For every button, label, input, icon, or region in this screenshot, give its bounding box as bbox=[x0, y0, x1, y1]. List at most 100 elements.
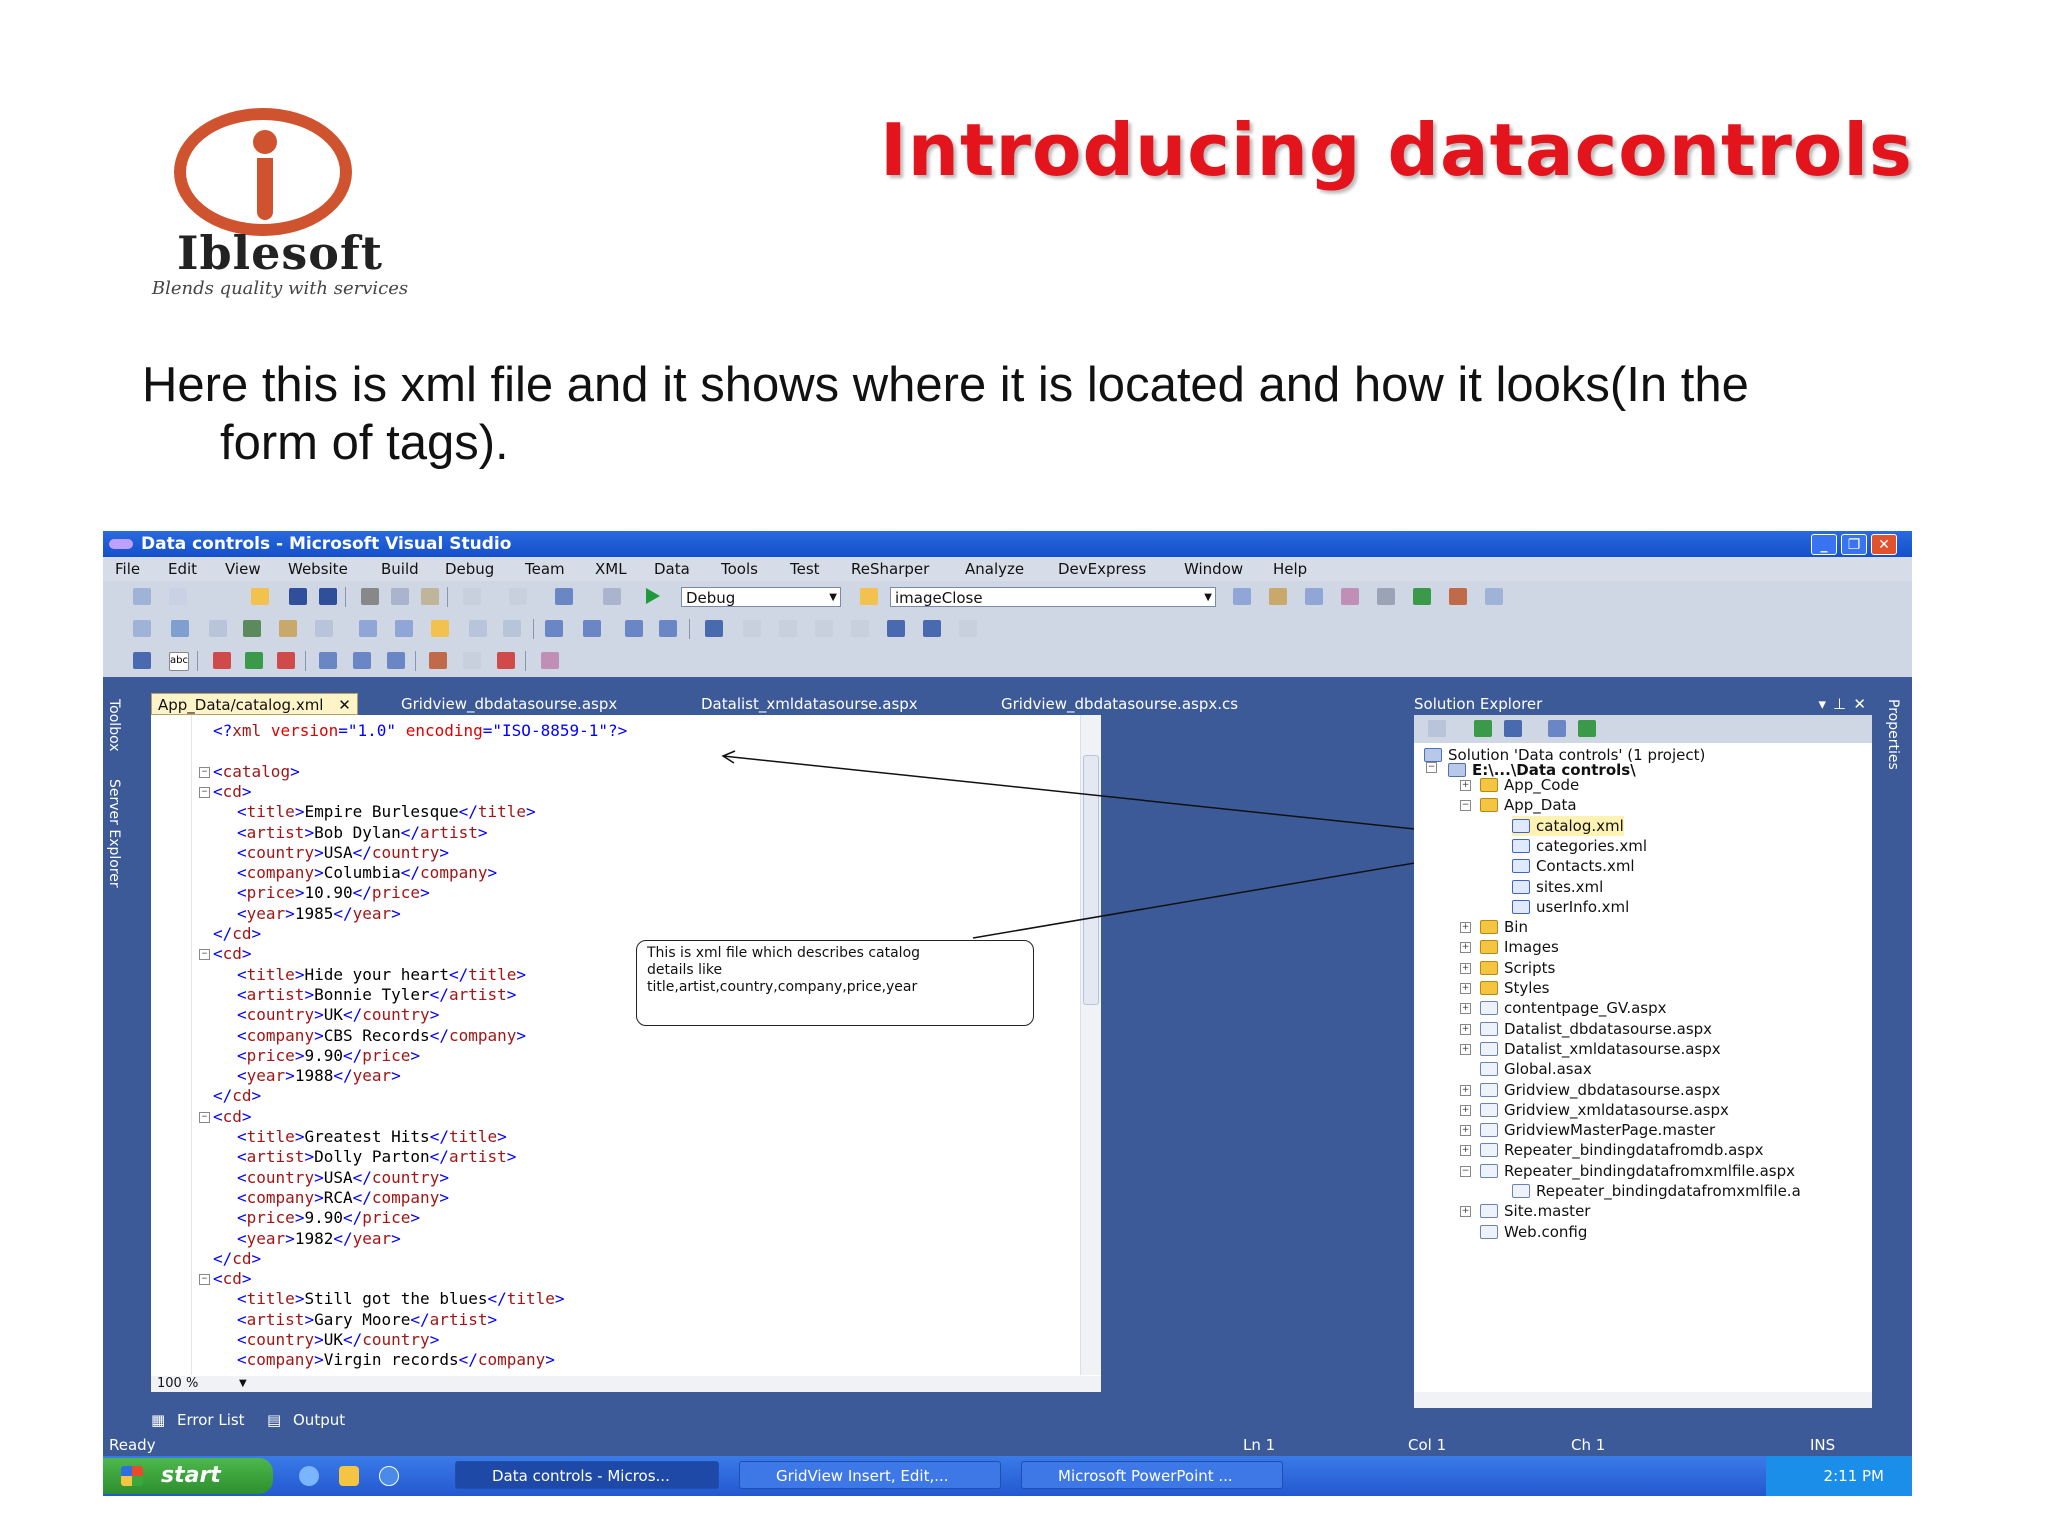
tab-error-list[interactable]: Error List bbox=[177, 1409, 245, 1431]
collapse-icon[interactable]: − bbox=[199, 766, 210, 778]
tab-catalog-xml[interactable]: App_Data/catalog.xml ✕ bbox=[151, 693, 358, 715]
comment-icon[interactable] bbox=[625, 620, 643, 637]
tree-item-images[interactable]: Images bbox=[1480, 937, 1559, 957]
chevron-down-icon[interactable]: ▼ bbox=[239, 1376, 247, 1392]
minimize-button[interactable]: _ bbox=[1811, 534, 1837, 555]
toolbar-icon[interactable] bbox=[243, 620, 261, 637]
menu-data[interactable]: Data bbox=[654, 557, 690, 581]
menu-xml[interactable]: XML bbox=[595, 557, 627, 581]
class-view-icon[interactable] bbox=[1449, 588, 1467, 605]
tree-item-userinfo-xml[interactable]: userInfo.xml bbox=[1512, 897, 1629, 917]
toolbar-icon[interactable] bbox=[209, 620, 227, 637]
collapse-icon[interactable]: − bbox=[199, 949, 210, 961]
tree-item-site-master[interactable]: Site.master bbox=[1480, 1201, 1590, 1221]
tree-item-gridviewmasterpage-master[interactable]: GridviewMasterPage.master bbox=[1480, 1120, 1715, 1140]
taskbar-item-firefox[interactable]: GridView Insert, Edit,... bbox=[739, 1461, 1001, 1489]
toolbar-icon[interactable] bbox=[319, 652, 337, 669]
solution-configuration-select[interactable]: Debug ▼ bbox=[681, 587, 841, 607]
toolbar-icon[interactable] bbox=[541, 652, 559, 669]
menu-window[interactable]: Window bbox=[1184, 557, 1243, 581]
collapse-icon[interactable]: − bbox=[199, 1111, 210, 1123]
toolbar-icon[interactable] bbox=[171, 620, 189, 637]
undo-icon[interactable] bbox=[463, 588, 481, 605]
properties-icon[interactable] bbox=[1428, 720, 1446, 737]
expand-icon[interactable]: + bbox=[1460, 1145, 1471, 1157]
toolbar-icon[interactable] bbox=[463, 652, 481, 669]
spell-check-icon[interactable]: abc bbox=[169, 652, 189, 671]
expand-icon[interactable]: + bbox=[1460, 1003, 1471, 1015]
close-icon[interactable]: ✕ bbox=[338, 696, 351, 714]
scrollbar-thumb[interactable] bbox=[1083, 755, 1099, 1005]
menu-debug[interactable]: Debug bbox=[445, 557, 494, 581]
pin-icon[interactable]: ⊥ bbox=[1833, 693, 1846, 715]
collapse-icon[interactable]: − bbox=[199, 786, 210, 798]
redo-icon[interactable] bbox=[509, 588, 527, 605]
tab-output[interactable]: Output bbox=[293, 1409, 345, 1431]
tree-item-datalist-dbdatasourse-aspx[interactable]: Datalist_dbdatasourse.aspx bbox=[1480, 1019, 1712, 1039]
tree-item-catalog-xml[interactable]: catalog.xml bbox=[1512, 815, 1624, 836]
menu-help[interactable]: Help bbox=[1273, 557, 1307, 581]
toolbar-icon[interactable] bbox=[851, 620, 869, 637]
indent-icon[interactable] bbox=[583, 620, 601, 637]
tree-item-global-asax[interactable]: Global.asax bbox=[1480, 1059, 1592, 1079]
find-icon[interactable] bbox=[1233, 588, 1251, 605]
menu-tools[interactable]: Tools bbox=[721, 557, 758, 581]
tree-item-styles[interactable]: Styles bbox=[1480, 978, 1550, 998]
restore-button[interactable]: ❐ bbox=[1841, 534, 1867, 555]
navigate-backward-icon[interactable] bbox=[555, 588, 573, 605]
refresh-icon[interactable] bbox=[1474, 720, 1492, 737]
toolbar-icon[interactable] bbox=[815, 620, 833, 637]
internet-explorer-icon[interactable] bbox=[299, 1466, 319, 1486]
tree-item-repeater-bindingdatafromdb-aspx[interactable]: Repeater_bindingdatafromdb.aspx bbox=[1480, 1140, 1764, 1160]
toolbar-icon[interactable] bbox=[469, 620, 487, 637]
tree-item-categories-xml[interactable]: categories.xml bbox=[1512, 836, 1647, 856]
properties-window-icon[interactable] bbox=[1305, 588, 1323, 605]
expand-icon[interactable]: + bbox=[1460, 1104, 1471, 1116]
tree-item-scripts[interactable]: Scripts bbox=[1480, 958, 1555, 978]
toolbar-icon[interactable] bbox=[429, 652, 447, 669]
expand-icon[interactable]: + bbox=[1460, 780, 1471, 791]
toolbar-icon[interactable] bbox=[133, 652, 151, 669]
expand-icon[interactable]: + bbox=[1460, 983, 1471, 994]
bookmark-icon[interactable] bbox=[705, 620, 723, 637]
collapse-icon[interactable]: − bbox=[1460, 800, 1471, 812]
bookmark-next-icon[interactable] bbox=[779, 620, 797, 637]
tree-item-app-data[interactable]: App_Data bbox=[1480, 795, 1577, 815]
toolbar-icon[interactable] bbox=[315, 620, 333, 637]
save-icon[interactable] bbox=[289, 588, 307, 605]
solution-explorer-icon[interactable] bbox=[1269, 588, 1287, 605]
toolbar-icon[interactable] bbox=[395, 620, 413, 637]
zoom-level[interactable]: 100 % bbox=[157, 1376, 198, 1392]
open-file-icon[interactable] bbox=[251, 588, 269, 605]
tree-item-app-code[interactable]: App_Code bbox=[1480, 775, 1579, 795]
start-page-icon[interactable] bbox=[1413, 588, 1431, 605]
cut-icon[interactable] bbox=[361, 588, 379, 605]
menu-resharper[interactable]: ReSharper bbox=[851, 557, 929, 581]
view-designer-icon[interactable] bbox=[1548, 720, 1566, 737]
new-project-icon[interactable] bbox=[133, 588, 151, 605]
object-browser-icon[interactable] bbox=[1341, 588, 1359, 605]
find-combo-box[interactable]: imageClose ▼ bbox=[890, 587, 1216, 607]
toolbar-icon[interactable] bbox=[359, 620, 377, 637]
tree-item-contacts-xml[interactable]: Contacts.xml bbox=[1512, 856, 1635, 876]
uncomment-icon[interactable] bbox=[659, 620, 677, 637]
toolbar-icon[interactable] bbox=[133, 620, 151, 637]
outdent-icon[interactable] bbox=[545, 620, 563, 637]
command-window-icon[interactable] bbox=[1485, 588, 1503, 605]
tree-item-gridview-xmldatasourse-aspx[interactable]: Gridview_xmldatasourse.aspx bbox=[1480, 1100, 1729, 1120]
close-button[interactable]: ✕ bbox=[1871, 534, 1897, 555]
paste-icon[interactable] bbox=[421, 588, 439, 605]
tab-gridview-cs[interactable]: Gridview_dbdatasourse.aspx.cs bbox=[1001, 693, 1238, 715]
tree-item-bin[interactable]: Bin bbox=[1480, 917, 1528, 937]
expand-icon[interactable]: + bbox=[1460, 942, 1471, 954]
solution-explorer-horizontal-scrollbar[interactable] bbox=[1414, 1392, 1872, 1408]
taskbar-item-powerpoint[interactable]: Microsoft PowerPoint ... bbox=[1021, 1461, 1283, 1489]
toolbox-icon[interactable] bbox=[1377, 588, 1395, 605]
toolbar-icon[interactable] bbox=[279, 620, 297, 637]
tree-item-datalist-xmldatasourse-aspx[interactable]: Datalist_xmldatasourse.aspx bbox=[1480, 1039, 1721, 1059]
collapse-icon[interactable]: − bbox=[199, 1274, 210, 1286]
toolbar-icon[interactable] bbox=[959, 620, 977, 637]
menu-website[interactable]: Website bbox=[288, 557, 348, 581]
tree-item-contentpage-gv-aspx[interactable]: contentpage_GV.aspx bbox=[1480, 998, 1667, 1018]
toolbar-icon[interactable] bbox=[923, 620, 941, 637]
